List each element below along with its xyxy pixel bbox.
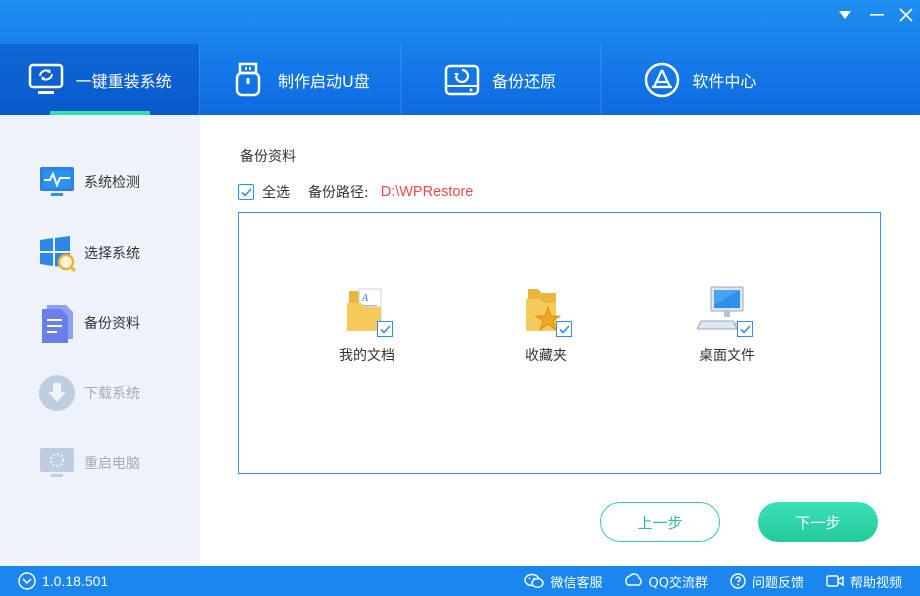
check-icon xyxy=(379,324,391,334)
link-label: 帮助视频 xyxy=(849,575,902,591)
sidebar-item-label: 选择系统 xyxy=(84,246,140,262)
minimize-button[interactable] xyxy=(832,4,858,26)
main-nav: 一键重装系统 制作启动U盘 备份还原 软件中心 xyxy=(0,44,800,115)
sidebar-item-label: 重启电脑 xyxy=(84,456,140,472)
backup-item-label: 桌面文件 xyxy=(699,348,755,364)
link-label: 问题反馈 xyxy=(751,575,804,591)
usb-drive-icon xyxy=(230,62,266,98)
question-icon xyxy=(730,573,746,589)
previous-step-button[interactable]: 上一步 xyxy=(600,502,720,542)
select-all-checkbox[interactable] xyxy=(238,184,254,200)
tab-label: 一键重装系统 xyxy=(75,71,172,91)
desktop-computer-icon xyxy=(696,285,757,337)
backup-items-box: A 我的文档 收藏夹 桌面文件 xyxy=(238,212,881,474)
restart-monitor-icon xyxy=(38,444,76,482)
download-icon xyxy=(38,374,76,412)
disk-restore-icon xyxy=(444,62,480,98)
tab-software-center[interactable]: 软件中心 xyxy=(601,44,800,115)
sidebar-item-backup-data[interactable]: 备份资料 xyxy=(38,304,140,343)
version-text: 1.0.18.501 xyxy=(42,573,109,589)
link-label: QQ交流群 xyxy=(648,575,708,591)
tab-backup-restore[interactable]: 备份还原 xyxy=(401,44,600,115)
tab-label: 制作启动U盘 xyxy=(278,71,370,91)
check-icon xyxy=(739,324,751,334)
minus-icon xyxy=(870,14,884,16)
favorites-folder-icon xyxy=(516,285,576,337)
status-links: 微信客服 QQ交流群 问题反馈 帮助视频 xyxy=(502,566,902,596)
wechat-icon xyxy=(524,573,545,589)
close-button[interactable] xyxy=(893,4,919,26)
sidebar-item-select-system[interactable]: 选择系统 xyxy=(38,234,140,272)
help-video-link[interactable]: 帮助视频 xyxy=(826,572,902,591)
tab-make-usb[interactable]: 制作启动U盘 xyxy=(200,44,399,115)
main-panel: 备份资料 全选 备份路径: D:\WPRestore A 我的文档 收藏夹 桌面… xyxy=(200,115,920,566)
app-header: 一键重装系统 制作启动U盘 备份还原 软件中心 xyxy=(0,0,920,115)
backup-path-label: 备份路径: xyxy=(308,185,369,201)
wechat-service-link[interactable]: 微信客服 xyxy=(524,572,603,591)
backup-item-label: 我的文档 xyxy=(339,348,395,364)
windows-search-icon xyxy=(38,234,76,272)
steps-sidebar: 系统检测 选择系统 备份资料 下载系统 重启电脑 xyxy=(0,115,200,566)
monitor-refresh-icon xyxy=(28,62,64,98)
backup-item-my-documents[interactable]: A 我的文档 xyxy=(307,285,427,365)
monitor-pulse-icon xyxy=(38,163,76,201)
sidebar-item-label: 备份资料 xyxy=(84,316,140,332)
select-all-label[interactable]: 全选 xyxy=(262,182,290,202)
chevron-circle-icon xyxy=(18,572,36,590)
link-label: 微信客服 xyxy=(550,575,603,591)
documents-folder-icon: A xyxy=(337,285,397,337)
document-icon xyxy=(38,304,76,343)
app-store-icon xyxy=(644,62,680,98)
qq-group-link[interactable]: QQ交流群 xyxy=(624,572,708,591)
triangle-down-icon xyxy=(839,11,851,19)
check-icon xyxy=(240,187,252,197)
backup-item-favorites[interactable]: 收藏夹 xyxy=(486,285,606,365)
sidebar-item-system-check[interactable]: 系统检测 xyxy=(38,163,140,201)
next-step-button[interactable]: 下一步 xyxy=(758,502,878,542)
sidebar-item-restart-computer: 重启电脑 xyxy=(38,444,140,482)
video-icon xyxy=(826,575,844,587)
tab-label: 软件中心 xyxy=(692,71,757,91)
status-bar: 1.0.18.501 微信客服 QQ交流群 问题反馈 帮助视频 xyxy=(0,566,920,596)
close-icon xyxy=(899,8,913,22)
backup-item-label: 收藏夹 xyxy=(525,348,567,364)
section-title: 备份资料 xyxy=(240,149,296,165)
qq-icon xyxy=(624,573,642,586)
feedback-link[interactable]: 问题反馈 xyxy=(730,572,804,591)
backup-path-value[interactable]: D:\WPRestore xyxy=(381,184,474,200)
desktop-files-checkbox[interactable] xyxy=(737,321,753,337)
version-info[interactable]: 1.0.18.501 xyxy=(18,566,108,596)
backup-options: 全选 备份路径: D:\WPRestore xyxy=(238,182,473,202)
check-icon xyxy=(558,324,570,334)
backup-item-desktop-files[interactable]: 桌面文件 xyxy=(667,285,787,365)
sidebar-item-label: 系统检测 xyxy=(84,175,140,191)
restore-button[interactable] xyxy=(864,4,890,26)
sidebar-item-download-system: 下载系统 xyxy=(38,374,140,412)
tab-one-click-reinstall[interactable]: 一键重装系统 xyxy=(0,44,200,115)
sidebar-item-label: 下载系统 xyxy=(84,386,140,402)
tab-label: 备份还原 xyxy=(492,71,557,91)
favorites-checkbox[interactable] xyxy=(556,321,572,337)
svg-text:A: A xyxy=(361,293,369,304)
my-documents-checkbox[interactable] xyxy=(377,321,393,337)
